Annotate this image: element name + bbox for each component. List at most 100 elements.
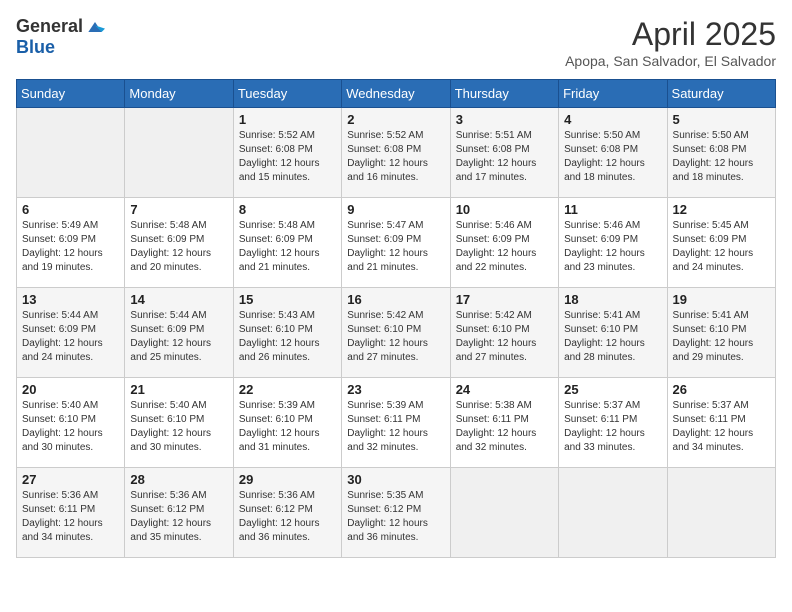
day-number: 25 (564, 382, 661, 397)
day-detail: Sunrise: 5:38 AMSunset: 6:11 PMDaylight:… (456, 399, 553, 455)
calendar-week-row: 6 Sunrise: 5:49 AMSunset: 6:09 PMDaylight… (17, 198, 776, 288)
calendar-cell: 16 Sunrise: 5:42 AMSunset: 6:10 PMDayligh… (342, 288, 450, 378)
day-header-thursday: Thursday (450, 80, 558, 108)
calendar-cell: 21Sunrise: 5:40 AMSunset: 6:10 PMDayligh… (125, 378, 233, 468)
day-header-friday: Friday (559, 80, 667, 108)
day-detail: Sunrise: 5:42 AMSunset: 6:10 PMDaylight:… (347, 309, 444, 365)
day-number: 22 (239, 382, 336, 397)
day-number: 5 (673, 112, 770, 127)
calendar-cell: 29 Sunrise: 5:36 AMSunset: 6:12 PMDayligh… (233, 468, 341, 558)
day-number: 18 (564, 292, 661, 307)
day-detail: Sunrise: 5:36 AMSunset: 6:12 PMDaylight:… (239, 489, 336, 545)
calendar-cell (667, 468, 775, 558)
day-detail: Sunrise: 5:44 AMSunset: 6:09 PMDaylight:… (130, 309, 227, 365)
day-detail: Sunrise: 5:51 AMSunset: 6:08 PMDaylight:… (456, 129, 553, 185)
day-number: 16 (347, 292, 444, 307)
day-detail: Sunrise: 5:40 AMSunset: 6:10 PMDaylight:… (130, 399, 227, 455)
title-area: April 2025 Apopa, San Salvador, El Salva… (565, 16, 776, 69)
day-number: 17 (456, 292, 553, 307)
day-detail: Sunrise: 5:46 AMSunset: 6:09 PMDaylight:… (456, 219, 553, 275)
day-number: 1 (239, 112, 336, 127)
day-detail: Sunrise: 5:48 AMSunset: 6:09 PMDaylight:… (239, 219, 336, 275)
day-detail: Sunrise: 5:36 AMSunset: 6:12 PMDaylight:… (130, 489, 227, 545)
calendar-cell: 1 Sunrise: 5:52 AMSunset: 6:08 PMDaylight… (233, 108, 341, 198)
calendar-cell: 13Sunrise: 5:44 AMSunset: 6:09 PMDayligh… (17, 288, 125, 378)
day-detail: Sunrise: 5:36 AMSunset: 6:11 PMDaylight:… (22, 489, 119, 545)
day-number: 28 (130, 472, 227, 487)
calendar-header-row: SundayMondayTuesdayWednesdayThursdayFrid… (17, 80, 776, 108)
calendar-cell: 24 Sunrise: 5:38 AMSunset: 6:11 PMDayligh… (450, 378, 558, 468)
logo: General Blue (16, 16, 105, 58)
day-detail: Sunrise: 5:50 AMSunset: 6:08 PMDaylight:… (673, 129, 770, 185)
logo-general-text: General (16, 16, 83, 37)
day-detail: Sunrise: 5:37 AMSunset: 6:11 PMDaylight:… (673, 399, 770, 455)
day-detail: Sunrise: 5:37 AMSunset: 6:11 PMDaylight:… (564, 399, 661, 455)
calendar-cell: 17 Sunrise: 5:42 AMSunset: 6:10 PMDayligh… (450, 288, 558, 378)
logo-blue-text: Blue (16, 37, 55, 58)
calendar-cell: 30Sunrise: 5:35 AMSunset: 6:12 PMDayligh… (342, 468, 450, 558)
calendar-table: SundayMondayTuesdayWednesdayThursdayFrid… (16, 79, 776, 558)
calendar-cell: 20Sunrise: 5:40 AMSunset: 6:10 PMDayligh… (17, 378, 125, 468)
day-detail: Sunrise: 5:52 AMSunset: 6:08 PMDaylight:… (239, 129, 336, 185)
day-number: 26 (673, 382, 770, 397)
location-subtitle: Apopa, San Salvador, El Salvador (565, 53, 776, 69)
calendar-cell: 3 Sunrise: 5:51 AMSunset: 6:08 PMDaylight… (450, 108, 558, 198)
day-number: 27 (22, 472, 119, 487)
day-detail: Sunrise: 5:50 AMSunset: 6:08 PMDaylight:… (564, 129, 661, 185)
day-number: 8 (239, 202, 336, 217)
day-number: 14 (130, 292, 227, 307)
day-detail: Sunrise: 5:49 AMSunset: 6:09 PMDaylight:… (22, 219, 119, 275)
month-title: April 2025 (565, 16, 776, 53)
calendar-week-row: 13Sunrise: 5:44 AMSunset: 6:09 PMDayligh… (17, 288, 776, 378)
calendar-cell: 4 Sunrise: 5:50 AMSunset: 6:08 PMDaylight… (559, 108, 667, 198)
day-number: 4 (564, 112, 661, 127)
day-detail: Sunrise: 5:52 AMSunset: 6:08 PMDaylight:… (347, 129, 444, 185)
day-detail: Sunrise: 5:41 AMSunset: 6:10 PMDaylight:… (564, 309, 661, 365)
day-number: 29 (239, 472, 336, 487)
calendar-cell (450, 468, 558, 558)
day-number: 20 (22, 382, 119, 397)
day-number: 19 (673, 292, 770, 307)
day-detail: Sunrise: 5:42 AMSunset: 6:10 PMDaylight:… (456, 309, 553, 365)
day-number: 11 (564, 202, 661, 217)
day-detail: Sunrise: 5:41 AMSunset: 6:10 PMDaylight:… (673, 309, 770, 365)
calendar-cell: 6 Sunrise: 5:49 AMSunset: 6:09 PMDaylight… (17, 198, 125, 288)
day-header-tuesday: Tuesday (233, 80, 341, 108)
page-header: General Blue April 2025 Apopa, San Salva… (16, 16, 776, 69)
calendar-cell: 12 Sunrise: 5:45 AMSunset: 6:09 PMDayligh… (667, 198, 775, 288)
calendar-cell: 15 Sunrise: 5:43 AMSunset: 6:10 PMDayligh… (233, 288, 341, 378)
day-detail: Sunrise: 5:44 AMSunset: 6:09 PMDaylight:… (22, 309, 119, 365)
day-header-monday: Monday (125, 80, 233, 108)
calendar-cell: 8 Sunrise: 5:48 AMSunset: 6:09 PMDaylight… (233, 198, 341, 288)
calendar-cell: 2 Sunrise: 5:52 AMSunset: 6:08 PMDaylight… (342, 108, 450, 198)
calendar-cell: 7 Sunrise: 5:48 AMSunset: 6:09 PMDaylight… (125, 198, 233, 288)
day-detail: Sunrise: 5:39 AMSunset: 6:10 PMDaylight:… (239, 399, 336, 455)
calendar-week-row: 20 Sunrise: 5:40 AMSunset: 6:10 PMDayligh… (17, 378, 776, 468)
calendar-cell: 9 Sunrise: 5:47 AMSunset: 6:09 PMDaylight… (342, 198, 450, 288)
calendar-cell: 27 Sunrise: 5:36 AMSunset: 6:11 PMDayligh… (17, 468, 125, 558)
calendar-cell: 19 Sunrise: 5:41 AMSunset: 6:10 PMDayligh… (667, 288, 775, 378)
day-number: 15 (239, 292, 336, 307)
day-number: 3 (456, 112, 553, 127)
logo-icon (85, 17, 105, 37)
day-number: 6 (22, 202, 119, 217)
calendar-week-row: 1 Sunrise: 5:52 AMSunset: 6:08 PMDaylight… (17, 108, 776, 198)
day-number: 7 (130, 202, 227, 217)
day-detail: Sunrise: 5:43 AMSunset: 6:10 PMDaylight:… (239, 309, 336, 365)
day-detail: Sunrise: 5:39 AMSunset: 6:11 PMDaylight:… (347, 399, 444, 455)
day-detail: Sunrise: 5:47 AMSunset: 6:09 PMDaylight:… (347, 219, 444, 275)
day-number: 24 (456, 382, 553, 397)
calendar-cell (125, 108, 233, 198)
calendar-cell: 23Sunrise: 5:39 AMSunset: 6:11 PMDayligh… (342, 378, 450, 468)
day-detail: Sunrise: 5:45 AMSunset: 6:09 PMDaylight:… (673, 219, 770, 275)
day-number: 2 (347, 112, 444, 127)
day-header-wednesday: Wednesday (342, 80, 450, 108)
day-detail: Sunrise: 5:35 AMSunset: 6:12 PMDaylight:… (347, 489, 444, 545)
calendar-cell: 22 Sunrise: 5:39 AMSunset: 6:10 PMDayligh… (233, 378, 341, 468)
day-number: 10 (456, 202, 553, 217)
calendar-cell: 5 Sunrise: 5:50 AMSunset: 6:08 PMDaylight… (667, 108, 775, 198)
calendar-cell (17, 108, 125, 198)
day-number: 9 (347, 202, 444, 217)
day-detail: Sunrise: 5:48 AMSunset: 6:09 PMDaylight:… (130, 219, 227, 275)
day-number: 12 (673, 202, 770, 217)
